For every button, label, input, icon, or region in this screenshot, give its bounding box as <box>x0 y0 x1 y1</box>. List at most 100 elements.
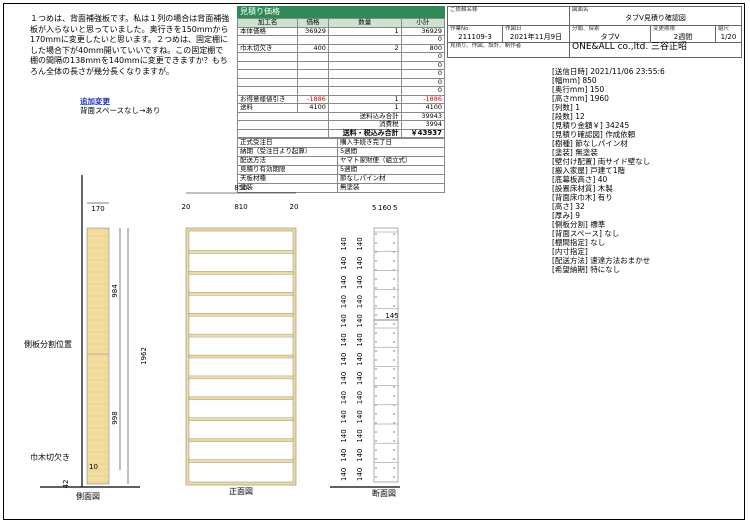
front-shelf <box>188 375 294 380</box>
shelf-pin-hole <box>375 233 377 235</box>
front-shelf <box>188 312 294 317</box>
side-width-dim: 170 <box>91 205 104 213</box>
shelf-pin-hole <box>375 296 377 298</box>
cad-drawing: 170 984 1962 998 10 42 側面図 側板分割位置 巾木切欠き … <box>24 175 400 501</box>
front-shelf <box>188 354 294 359</box>
front-right-dim: 20 <box>290 203 299 211</box>
section-pitch-dim: 140 <box>356 468 364 481</box>
section-pitch-dim: 140 <box>356 391 364 404</box>
shelf-pin-hole <box>393 323 395 325</box>
shelf-pin-hole <box>375 278 377 280</box>
front-view-label: 正面図 <box>229 487 253 496</box>
shelf-pin-hole <box>393 314 395 316</box>
front-shelf <box>188 438 294 442</box>
section-pitch-dim: 140 <box>340 257 348 270</box>
shelf-pin-hole <box>393 251 395 253</box>
front-shelf <box>188 459 294 463</box>
front-shelf <box>188 292 294 296</box>
shelf-pin-hole <box>393 233 395 235</box>
shelf-pin-hole <box>375 404 377 406</box>
section-pitch-dim: 140 <box>340 391 348 404</box>
shelf-pin-hole <box>375 350 377 352</box>
shelf-pin-hole <box>375 386 377 388</box>
front-shelf <box>188 417 294 421</box>
shelf-pin-hole <box>393 440 395 442</box>
shelf-pin-hole <box>393 359 395 361</box>
shelf-pin-hole <box>393 404 395 406</box>
front-view: 850 20 810 20 <box>182 184 299 486</box>
shelf-pin-hole <box>375 458 377 460</box>
section-pitch-dim: 140 <box>356 429 364 442</box>
section-pitch-dim: 140 <box>340 276 348 289</box>
section-pitch-dim: 140 <box>356 295 364 308</box>
section-pitch-dim: 140 <box>340 314 348 327</box>
shelf-pin-hole <box>375 431 377 433</box>
side-lower-dim: 998 <box>111 411 119 424</box>
shelf-pin-hole <box>393 386 395 388</box>
sec-dim-b: 160 <box>378 204 391 212</box>
section-pitch-dim: 140 <box>340 468 348 481</box>
shelf-pin-hole <box>375 287 377 289</box>
shelf-pin-hole <box>393 449 395 451</box>
front-shelf <box>188 271 294 275</box>
shelf-pin-hole <box>393 287 395 289</box>
section-pitch-dim: 140 <box>356 410 364 423</box>
split-position-label: 側板分割位置 <box>24 339 72 349</box>
section-view: 5 160 5 145 140 140 140 140 140 140 140 140 140 1… <box>330 204 400 488</box>
section-pitch-dim: 140 <box>340 333 348 346</box>
shelf-pin-hole <box>375 323 377 325</box>
section-pitch-dim: 140 <box>356 276 364 289</box>
front-shelf <box>188 396 294 401</box>
sec-dim-c: 5 <box>393 204 397 212</box>
side-view-label: 側面図 <box>76 491 100 501</box>
shelf-pin-hole <box>375 260 377 262</box>
shelf-pin-hole <box>375 251 377 253</box>
section-pitch-dim: 140 <box>356 237 364 250</box>
front-left-dim: 20 <box>182 203 191 211</box>
side-total-dim: 1962 <box>140 347 148 365</box>
shelf-pin-hole <box>393 242 395 244</box>
shelf-pin-hole <box>393 269 395 271</box>
shelf-pin-hole <box>375 242 377 244</box>
baseboard-label: 巾木切欠き <box>30 452 70 462</box>
shelf-pin-hole <box>393 422 395 424</box>
shelf-pin-hole <box>393 395 395 397</box>
front-width-dim: 850 <box>234 184 247 192</box>
section-pitch-dim: 140 <box>340 295 348 308</box>
shelf-pin-hole <box>393 260 395 262</box>
front-shelf <box>188 250 294 254</box>
shelf-pin-hole <box>375 368 377 370</box>
shelf-pin-hole <box>375 476 377 478</box>
shelf-pin-hole <box>375 359 377 361</box>
section-pitch-dim: 140 <box>356 333 364 346</box>
section-pitch-dim: 140 <box>340 353 348 366</box>
section-pitch-dim: 140 <box>340 237 348 250</box>
shelf-pin-hole <box>393 341 395 343</box>
section-pitch-dim: 140 <box>356 314 364 327</box>
section-pitch-dim: 140 <box>340 449 348 462</box>
shelf-pin-hole <box>375 341 377 343</box>
section-pitch-dim: 140 <box>340 372 348 385</box>
shelf-pin-hole <box>375 314 377 316</box>
section-pitch-dim: 140 <box>356 353 364 366</box>
shelf-pin-hole <box>393 476 395 478</box>
side-upper-dim: 984 <box>111 284 119 298</box>
shelf-pin-hole <box>375 422 377 424</box>
section-view-label: 断面図 <box>372 488 396 498</box>
sec-depth-dim: 145 <box>385 312 398 320</box>
section-pitch-dim: 140 <box>356 449 364 462</box>
shelf-pin-hole <box>393 278 395 280</box>
shelf-pin-hole <box>393 377 395 379</box>
shelf-pin-hole <box>393 413 395 415</box>
section-pitch-dim: 140 <box>356 372 364 385</box>
shelf-pin-hole <box>375 332 377 334</box>
shelf-pin-hole <box>393 368 395 370</box>
section-pitch-dim: 140 <box>356 257 364 270</box>
front-shelf <box>188 333 294 338</box>
side-view: 170 984 1962 998 10 42 <box>40 175 148 488</box>
shelf-pin-hole <box>375 377 377 379</box>
shelf-pin-hole <box>393 350 395 352</box>
shelf-pin-hole <box>375 269 377 271</box>
shelf-pin-hole <box>393 305 395 307</box>
shelf-pin-hole <box>393 332 395 334</box>
